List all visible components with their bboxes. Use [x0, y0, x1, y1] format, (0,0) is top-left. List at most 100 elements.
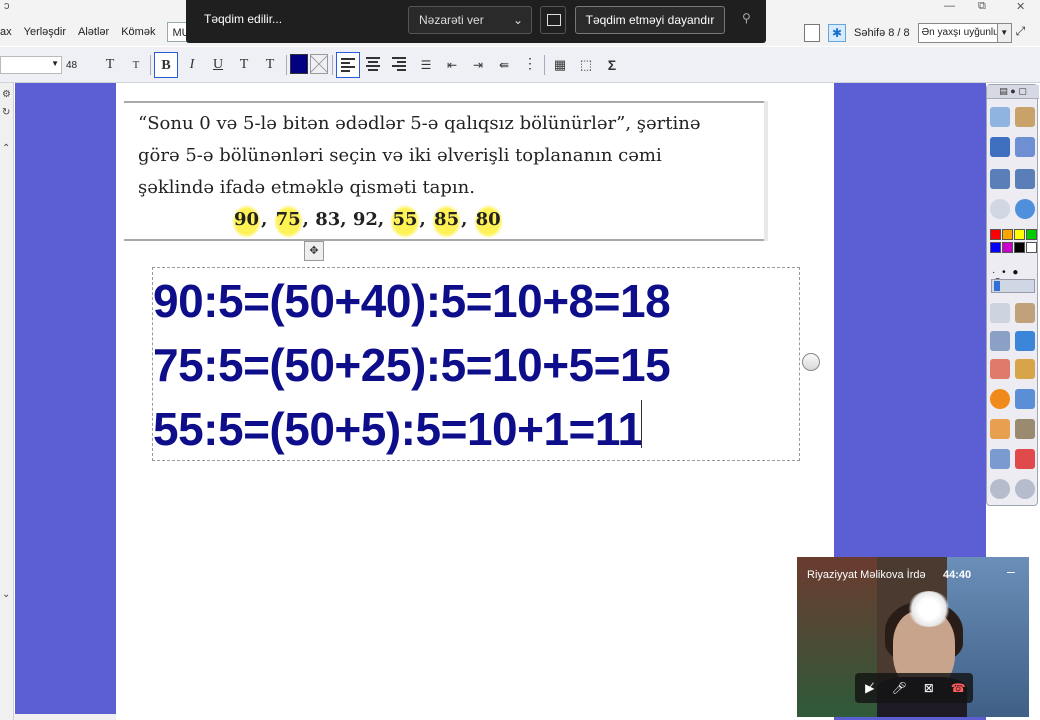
align-center-button[interactable]	[362, 52, 386, 78]
settings-icon[interactable]	[1015, 137, 1035, 157]
color-swatch[interactable]	[1026, 229, 1037, 240]
font-size-select[interactable]: 48	[66, 60, 77, 71]
menu-item-help[interactable]: Kömək	[121, 22, 155, 42]
select-arrow-icon[interactable]	[990, 303, 1010, 323]
left-gutter: ⚙ ↻ ⌃ ⌄	[0, 83, 14, 720]
pin-icon[interactable]: ↻	[2, 107, 10, 118]
number-separator: ,	[461, 209, 474, 230]
screen-share-icon[interactable]	[540, 6, 566, 34]
page-icon[interactable]	[804, 24, 820, 42]
toolbar-divider	[332, 55, 333, 75]
subscript-button[interactable]: T	[258, 52, 282, 78]
eraser-icon[interactable]	[990, 359, 1010, 379]
underline-button[interactable]: U	[206, 52, 230, 78]
magic-wand-icon[interactable]	[1015, 303, 1035, 323]
expand-icon[interactable]: ⤢	[1016, 24, 1032, 42]
move-handle-icon[interactable]: ✥	[304, 241, 324, 261]
highlighted-number: 55	[390, 205, 420, 238]
call-controls: ▶̸ 🎤︎ ⊠ ☎	[855, 673, 973, 703]
video-person	[907, 591, 951, 627]
capture-icon[interactable]	[1015, 419, 1035, 439]
minimize-button[interactable]: —	[944, 0, 955, 14]
outdent-button[interactable]: ⇚	[492, 52, 516, 78]
whiteboard-page[interactable]: “Sonu 0 və 5-lə bitən ədədlər 5-ə qalıqs…	[116, 83, 834, 720]
snowflake-icon[interactable]: ✱	[828, 24, 846, 42]
menu-item-insert[interactable]: Yerləşdir	[24, 22, 66, 42]
color-swatch[interactable]	[1014, 242, 1025, 253]
equation-button[interactable]: Σ	[600, 52, 624, 78]
number-separator: ,	[302, 209, 316, 230]
font-name-select[interactable]: ▼	[0, 56, 62, 74]
whiteboard-icon[interactable]	[990, 137, 1010, 157]
page-sorter-icon[interactable]	[990, 107, 1010, 127]
presenting-status: Təqdim edilir...	[204, 12, 283, 26]
line-spacing-button[interactable]: ☰	[414, 52, 438, 78]
color-swatch[interactable]	[1002, 229, 1013, 240]
stop-presenting-button[interactable]: Təqdim etməyi dayandır	[575, 6, 725, 34]
align-right-button[interactable]	[388, 52, 412, 78]
resize-handle[interactable]	[802, 353, 820, 371]
increase-indent-button[interactable]: ⇥	[466, 52, 490, 78]
redo-icon[interactable]	[1015, 479, 1035, 499]
menu-item-tools[interactable]: Alətlər	[78, 22, 109, 42]
refresh-icon[interactable]	[1015, 449, 1035, 469]
shape-icon[interactable]	[990, 389, 1010, 409]
highlighter-icon[interactable]	[1015, 331, 1035, 351]
play-icon[interactable]	[990, 199, 1010, 219]
gear-icon[interactable]: ⚙	[2, 89, 11, 100]
restore-button[interactable]: ⧉	[978, 0, 986, 14]
pin-icon[interactable]: ⚲	[742, 11, 751, 25]
number: 92	[352, 209, 378, 230]
no-fill-swatch[interactable]	[310, 54, 328, 74]
camera-off-icon[interactable]: ▶̸	[862, 681, 878, 695]
problem-image: “Sonu 0 və 5-lə bitən ədədlər 5-ə qalıqs…	[124, 101, 764, 241]
color-swatch[interactable]	[990, 242, 1001, 253]
superscript-button[interactable]: T	[232, 52, 256, 78]
line-icon[interactable]	[1015, 389, 1035, 409]
color-swatch[interactable]	[990, 229, 1001, 240]
minimize-video-button[interactable]: –	[1007, 563, 1015, 579]
decrease-indent-button[interactable]: ⇤	[440, 52, 464, 78]
align-left-button[interactable]	[336, 52, 360, 78]
undo-icon[interactable]	[990, 479, 1010, 499]
color-swatch[interactable]	[1002, 242, 1013, 253]
number-separator: ,	[377, 209, 391, 230]
chevron-up-icon[interactable]: ⌃	[2, 143, 10, 154]
give-control-dropdown[interactable]: Nəzarəti ver ⌄	[408, 6, 532, 34]
share-icon[interactable]: ⊠	[921, 681, 937, 695]
chevron-down-icon[interactable]: ⌄	[2, 589, 10, 600]
zoom-select[interactable]: Ən yaxşı uyğunluq ▼	[917, 23, 1012, 43]
problem-line-3: şəklində ifadə etməklə qisməti tapın.	[138, 177, 475, 198]
pen-icon[interactable]	[990, 331, 1010, 351]
transparency-slider[interactable]	[991, 279, 1035, 293]
previous-page-icon[interactable]	[990, 169, 1010, 189]
menu-item-ax[interactable]: ax	[0, 22, 12, 42]
next-page-icon[interactable]	[1015, 169, 1035, 189]
highlighted-number: 75	[273, 205, 303, 238]
lock-icon[interactable]	[990, 449, 1010, 469]
insert-table-button[interactable]: ▦	[548, 52, 572, 78]
clipart-icon[interactable]	[1015, 107, 1035, 127]
color-swatch[interactable]	[1026, 242, 1037, 253]
highlighted-number: 90	[232, 205, 262, 238]
number-separator: ,	[340, 209, 353, 230]
select-all-button[interactable]: ⬚	[574, 52, 598, 78]
fill-bucket-icon[interactable]	[1015, 359, 1035, 379]
solution-textbox[interactable]: 90:5=(50+40):5=10+8=18 75:5=(50+25):5=10…	[152, 267, 800, 461]
italic-button[interactable]: I	[180, 52, 204, 78]
shrink-font-button[interactable]: T	[124, 52, 148, 78]
close-button[interactable]: ✕	[1016, 0, 1025, 14]
bullet-list-button[interactable]: ⋮	[518, 52, 542, 78]
microphone-icon[interactable]: 🎤︎	[891, 681, 907, 695]
number-list: 90, 75, 83, 92, 55, 85, 80	[232, 205, 503, 238]
bold-button[interactable]: B	[154, 52, 178, 78]
participant-video[interactable]: Riyaziyyat Məlikova İrdə 44:40 – ▶̸ 🎤︎ ⊠…	[797, 557, 1029, 717]
palette-header[interactable]: ▤ ● ▢	[987, 85, 1039, 99]
grow-font-button[interactable]: T	[98, 52, 122, 78]
hang-up-icon[interactable]: ☎	[950, 681, 966, 695]
color-swatch[interactable]	[1014, 229, 1025, 240]
globe-icon[interactable]	[1015, 199, 1035, 219]
text-icon[interactable]	[990, 419, 1010, 439]
slider-thumb[interactable]	[994, 281, 1000, 291]
text-color-swatch[interactable]	[290, 54, 308, 74]
